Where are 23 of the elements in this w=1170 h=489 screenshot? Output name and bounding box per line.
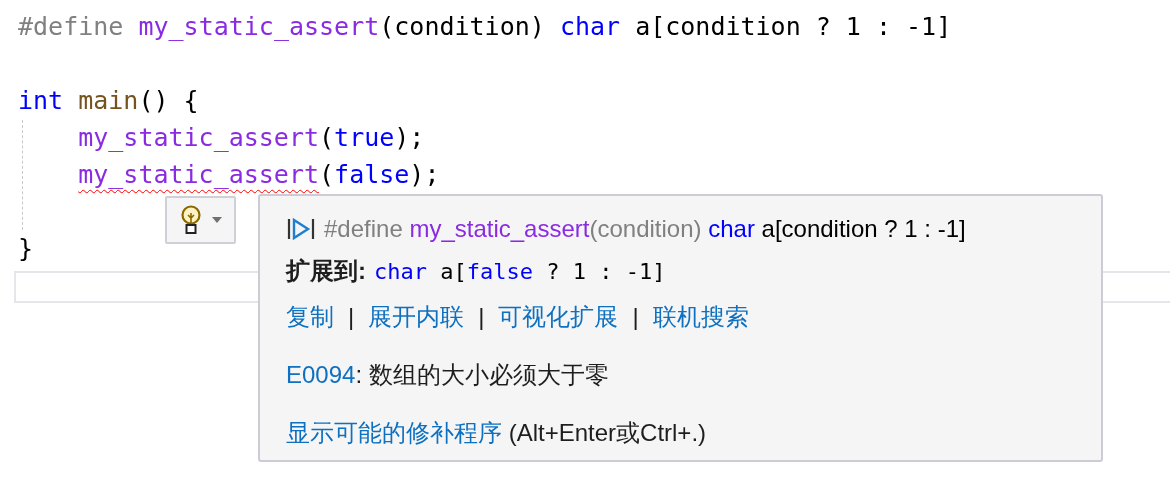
code-line: my_static_assert(false); — [78, 160, 440, 189]
show-fixes-link[interactable]: 显示可能的修补程序 — [286, 417, 502, 449]
action-link[interactable]: 复制 — [286, 301, 334, 333]
code-line: #define my_static_assert(condition) char a[condition ? 1 : -1] — [18, 12, 952, 41]
separator: | — [478, 303, 485, 331]
caret-icon — [211, 217, 222, 223]
action-link[interactable]: 联机搜索 — [652, 301, 749, 333]
separator: | — [632, 303, 639, 331]
shortcut-hint: (Alt+Enter或Ctrl+.) — [507, 418, 707, 448]
error-message: : 数组的大小必须大于零 — [355, 360, 609, 390]
separator: | — [348, 303, 355, 331]
lightbulb-icon — [179, 205, 202, 235]
code-line: int main() { — [18, 86, 199, 115]
macro-icon — [286, 217, 316, 241]
action-link[interactable]: 展开内联 — [368, 301, 465, 333]
lightbulb-button[interactable] — [165, 196, 236, 244]
action-link[interactable]: 可视化扩展 — [498, 301, 619, 333]
code-line: my_static_assert(true); — [78, 123, 425, 152]
code-line: } — [18, 234, 34, 263]
expansion-label: 扩展到: — [286, 256, 366, 286]
error-code-link[interactable]: E0094 — [286, 361, 356, 389]
expansion-code: char a[false ? 1 : -1] — [374, 258, 666, 284]
macro-signature: #define my_static_assert(condition) char a[condition ? 1 : -1] — [324, 215, 966, 243]
